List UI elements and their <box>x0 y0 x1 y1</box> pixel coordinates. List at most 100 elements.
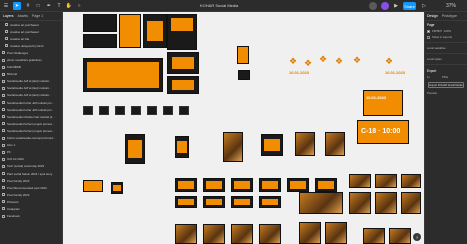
artboard[interactable] <box>237 46 249 64</box>
artboard[interactable] <box>375 174 397 188</box>
artboard[interactable] <box>163 106 173 115</box>
artboard[interactable] <box>83 34 117 48</box>
artboard[interactable] <box>175 224 197 244</box>
avatar[interactable] <box>369 2 377 10</box>
layer-item[interactable]: Socialmedia Perfect project pinned... <box>0 127 62 134</box>
layer-item[interactable]: Minimal <box>0 71 62 78</box>
artboard[interactable] <box>203 196 225 208</box>
tab-layers[interactable]: Layers <box>3 14 14 18</box>
artboard[interactable] <box>325 132 345 156</box>
layer-item[interactable]: Socialmedia Kohar Jeff noticati pin... <box>0 99 62 106</box>
artboard[interactable] <box>259 178 281 192</box>
layer-item[interactable]: Socialmedia Perfect project pinned... <box>0 120 62 127</box>
layer-item[interactable]: Instagram <box>0 205 62 212</box>
artboard[interactable]: C-18 · 10:00 <box>357 120 409 144</box>
artboard[interactable] <box>203 224 225 244</box>
export-settings-row[interactable]: 1x PNG <box>425 74 467 80</box>
zoom-level[interactable]: 37% <box>440 2 462 10</box>
artboard[interactable] <box>231 224 253 244</box>
artboard[interactable] <box>111 182 123 194</box>
avatar[interactable] <box>381 2 389 10</box>
artboard[interactable] <box>375 192 397 214</box>
checkbox[interactable] <box>427 35 430 39</box>
layer-item[interactable]: creative art purchased <box>0 28 62 35</box>
artboard[interactable] <box>179 106 189 115</box>
artboard[interactable] <box>315 178 337 192</box>
show-in-exports-row[interactable]: Show in exports <box>425 34 467 40</box>
pen-tool-icon[interactable]: ✒ <box>45 2 53 10</box>
layer-item[interactable]: Socialmedia Jeff at (last) noticati... <box>0 92 62 99</box>
artboard[interactable] <box>143 14 167 48</box>
artboard[interactable]: 10.01.2023 <box>363 90 403 116</box>
artboard[interactable] <box>231 196 253 208</box>
artboard[interactable] <box>223 132 243 162</box>
main-menu-icon[interactable]: ☰ <box>2 2 10 10</box>
artboard[interactable] <box>299 192 343 214</box>
comment-tool-icon[interactable]: ○ <box>75 2 83 10</box>
local-styles-row[interactable]: Local styles <box>425 56 467 62</box>
play-icon[interactable]: ▶ <box>392 2 400 10</box>
artboard[interactable] <box>119 14 141 48</box>
artboard[interactable] <box>175 178 197 192</box>
artboard[interactable] <box>125 134 145 164</box>
artboard[interactable] <box>349 192 371 214</box>
layer-item[interactable]: creative art purchased <box>0 21 62 28</box>
export-scale[interactable]: 1x <box>427 75 430 79</box>
file-title[interactable]: KOHAR Social Media <box>200 3 238 8</box>
layer-item[interactable]: Post Recommended post 2023 <box>0 184 62 191</box>
artboard[interactable] <box>167 14 197 50</box>
bg-opacity-value[interactable]: 100% <box>444 29 451 33</box>
layer-item[interactable]: creative art bla <box>0 35 62 42</box>
artboard[interactable] <box>231 178 253 192</box>
layer-item[interactable]: Post Family 2023 <box>0 191 62 198</box>
artboard[interactable] <box>299 222 321 244</box>
artboard[interactable] <box>99 106 109 115</box>
artboard[interactable] <box>147 106 157 115</box>
artboard[interactable] <box>238 70 250 80</box>
layer-item[interactable]: creative designed by kirsh <box>0 42 62 49</box>
layer-item[interactable]: P4 <box>0 149 62 156</box>
artboard[interactable] <box>261 134 283 156</box>
artboard[interactable] <box>259 224 281 244</box>
layer-item[interactable]: Socialmedia October last noticati pl... <box>0 113 62 120</box>
color-swatch[interactable] <box>427 29 430 33</box>
shape-tool-icon[interactable]: □ <box>34 2 42 10</box>
hand-tool-icon[interactable]: ✋ <box>65 2 73 10</box>
share-button[interactable]: Share <box>403 2 416 10</box>
layer-item[interactable]: Socialmedia Jeff at (last) noticati... <box>0 85 62 92</box>
artboard[interactable] <box>203 178 225 192</box>
page-selector[interactable]: Page 1 <box>32 14 43 18</box>
artboard[interactable] <box>115 106 125 115</box>
artboard[interactable] <box>131 106 141 115</box>
layer-item[interactable]: Post Challenges <box>0 49 62 56</box>
artboard[interactable] <box>83 106 93 115</box>
help-icon[interactable]: ? <box>413 233 421 241</box>
export-format[interactable]: PNG <box>442 75 448 79</box>
layer-item[interactable]: ICO Art 2023 <box>0 156 62 163</box>
preview-row[interactable]: Preview <box>425 90 467 96</box>
artboard[interactable] <box>167 52 199 74</box>
layer-item[interactable]: Intro 1 <box>0 142 62 149</box>
move-tool-icon[interactable]: ➤ <box>13 2 21 10</box>
frame-tool-icon[interactable]: # <box>24 2 32 10</box>
layer-item[interactable]: Socialmedia Jeff at (last) noticati... <box>0 78 62 85</box>
local-variables-row[interactable]: Local variables <box>425 45 467 51</box>
artboard[interactable] <box>389 228 411 244</box>
artboard[interactable] <box>175 196 197 208</box>
layer-item[interactable]: Socialmedia Kohar Jeff noticati pin... <box>0 106 62 113</box>
bg-hex-value[interactable]: F5F5F5 <box>432 29 442 33</box>
artboard[interactable] <box>83 58 163 92</box>
artboard[interactable] <box>167 76 199 94</box>
layer-item[interactable]: Pinterest <box>0 198 62 205</box>
tab-assets[interactable]: Assets <box>18 14 29 18</box>
artboard[interactable] <box>83 180 103 192</box>
artboard[interactable] <box>287 178 309 192</box>
artboard[interactable] <box>175 136 189 158</box>
layer-item[interactable]: Kohar socialmedia concept pinnned... <box>0 135 62 142</box>
present-icon[interactable]: ▷ <box>420 2 428 10</box>
artboard[interactable] <box>401 192 421 214</box>
layer-item[interactable]: Parti social Sekun 2024 / spot story <box>0 170 62 177</box>
design-canvas[interactable]: ❖ ❖ ❖ ❖ ❖ ❖ 10.01.2023 10.01.2023 10.01.… <box>63 12 424 244</box>
text-tool-icon[interactable]: T <box>55 2 63 10</box>
layer-item[interactable]: Facebook <box>0 213 62 220</box>
